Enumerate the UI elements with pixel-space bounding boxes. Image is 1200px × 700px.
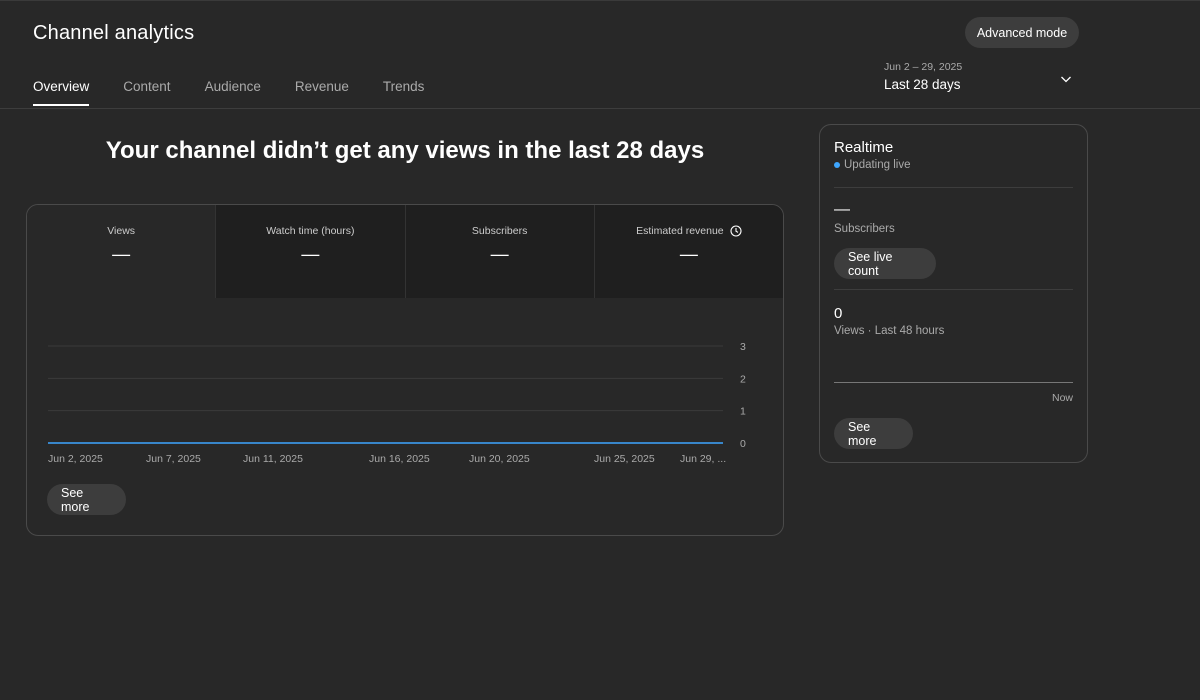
see-more-button[interactable]: See more — [47, 484, 126, 515]
metric-label: Watch time (hours) — [266, 225, 355, 237]
date-range-picker[interactable]: Jun 2 – 29, 2025 Last 28 days — [884, 61, 1080, 101]
realtime-status: Updating live — [834, 159, 910, 171]
x-tick-label: Jun 16, 2025 — [369, 453, 430, 465]
y-tick-label: 1 — [740, 406, 746, 418]
tab-bar: Overview Content Audience Revenue Trends — [33, 79, 458, 106]
realtime-subscribers-value: — — [834, 201, 850, 218]
realtime-subscribers-label: Subscribers — [834, 223, 895, 235]
metric-label: Subscribers — [471, 225, 528, 237]
header-divider — [0, 108, 1200, 109]
metric-value: — — [112, 244, 131, 264]
y-tick-label: 2 — [740, 373, 746, 385]
metric-value: — — [490, 244, 509, 264]
advanced-mode-button[interactable]: Advanced mode — [965, 17, 1079, 48]
no-views-heading: Your channel didn’t get any views in the… — [105, 137, 705, 164]
metric-value: — — [301, 244, 320, 264]
realtime-now-label: Now — [1051, 392, 1073, 404]
x-tick-label: Jun 25, 2025 — [594, 453, 655, 465]
date-range-text: Jun 2 – 29, 2025 — [884, 61, 963, 73]
metric-label: Views — [107, 225, 136, 237]
live-dot-icon — [834, 162, 840, 168]
realtime-card: Realtime Updating live — Subscribers See… — [819, 124, 1088, 463]
tab-audience[interactable]: Audience — [205, 79, 261, 106]
realtime-divider — [834, 289, 1073, 290]
tab-overview[interactable]: Overview — [33, 79, 90, 106]
y-tick-label: 3 — [740, 341, 746, 353]
realtime-status-text: Updating live — [844, 159, 911, 171]
realtime-views-label: Views · Last 48 hours — [834, 325, 945, 337]
overview-card: Views — Watch time (hours) — Subscribers… — [26, 204, 784, 536]
metric-watch-time[interactable]: Watch time (hours) — — [216, 205, 406, 298]
realtime-see-more-button[interactable]: See more — [834, 418, 913, 449]
x-tick-label: Jun 20, 2025 — [469, 453, 530, 465]
tab-trends[interactable]: Trends — [383, 79, 425, 106]
date-range-label: Last 28 days — [884, 77, 961, 92]
see-live-count-button[interactable]: See live count — [834, 248, 936, 279]
analytics-page: Channel analytics Advanced mode Overview… — [0, 0, 1200, 700]
realtime-title: Realtime — [834, 139, 894, 156]
metric-tabs: Views — Watch time (hours) — Subscribers… — [27, 205, 783, 298]
realtime-views-chart — [834, 382, 1073, 383]
page-title: Channel analytics — [33, 22, 195, 44]
tab-revenue[interactable]: Revenue — [295, 79, 349, 106]
x-tick-label: Jun 2, 2025 — [48, 453, 103, 465]
chevron-down-icon — [1061, 76, 1071, 83]
metric-estimated-revenue[interactable]: Estimated revenue — — [594, 205, 783, 298]
clock-icon — [730, 225, 742, 237]
views-line-chart: 0 1 2 3 Jun 2, 2025 Jun 7, 2025 Jun 11, 2025 Ju… — [48, 341, 746, 465]
metric-label: Estimated revenue — [636, 225, 742, 237]
metric-views[interactable]: Views — — [27, 205, 217, 298]
x-tick-label: Jun 29, ... — [680, 453, 726, 465]
tab-content[interactable]: Content — [123, 79, 170, 106]
metric-subscribers[interactable]: Subscribers — — [405, 205, 595, 298]
y-tick-label: 0 — [740, 438, 746, 450]
metric-value: — — [679, 244, 698, 264]
x-tick-label: Jun 7, 2025 — [146, 453, 201, 465]
realtime-divider — [834, 187, 1073, 188]
realtime-views-value: 0 — [834, 305, 843, 322]
x-tick-label: Jun 11, 2025 — [243, 453, 303, 465]
